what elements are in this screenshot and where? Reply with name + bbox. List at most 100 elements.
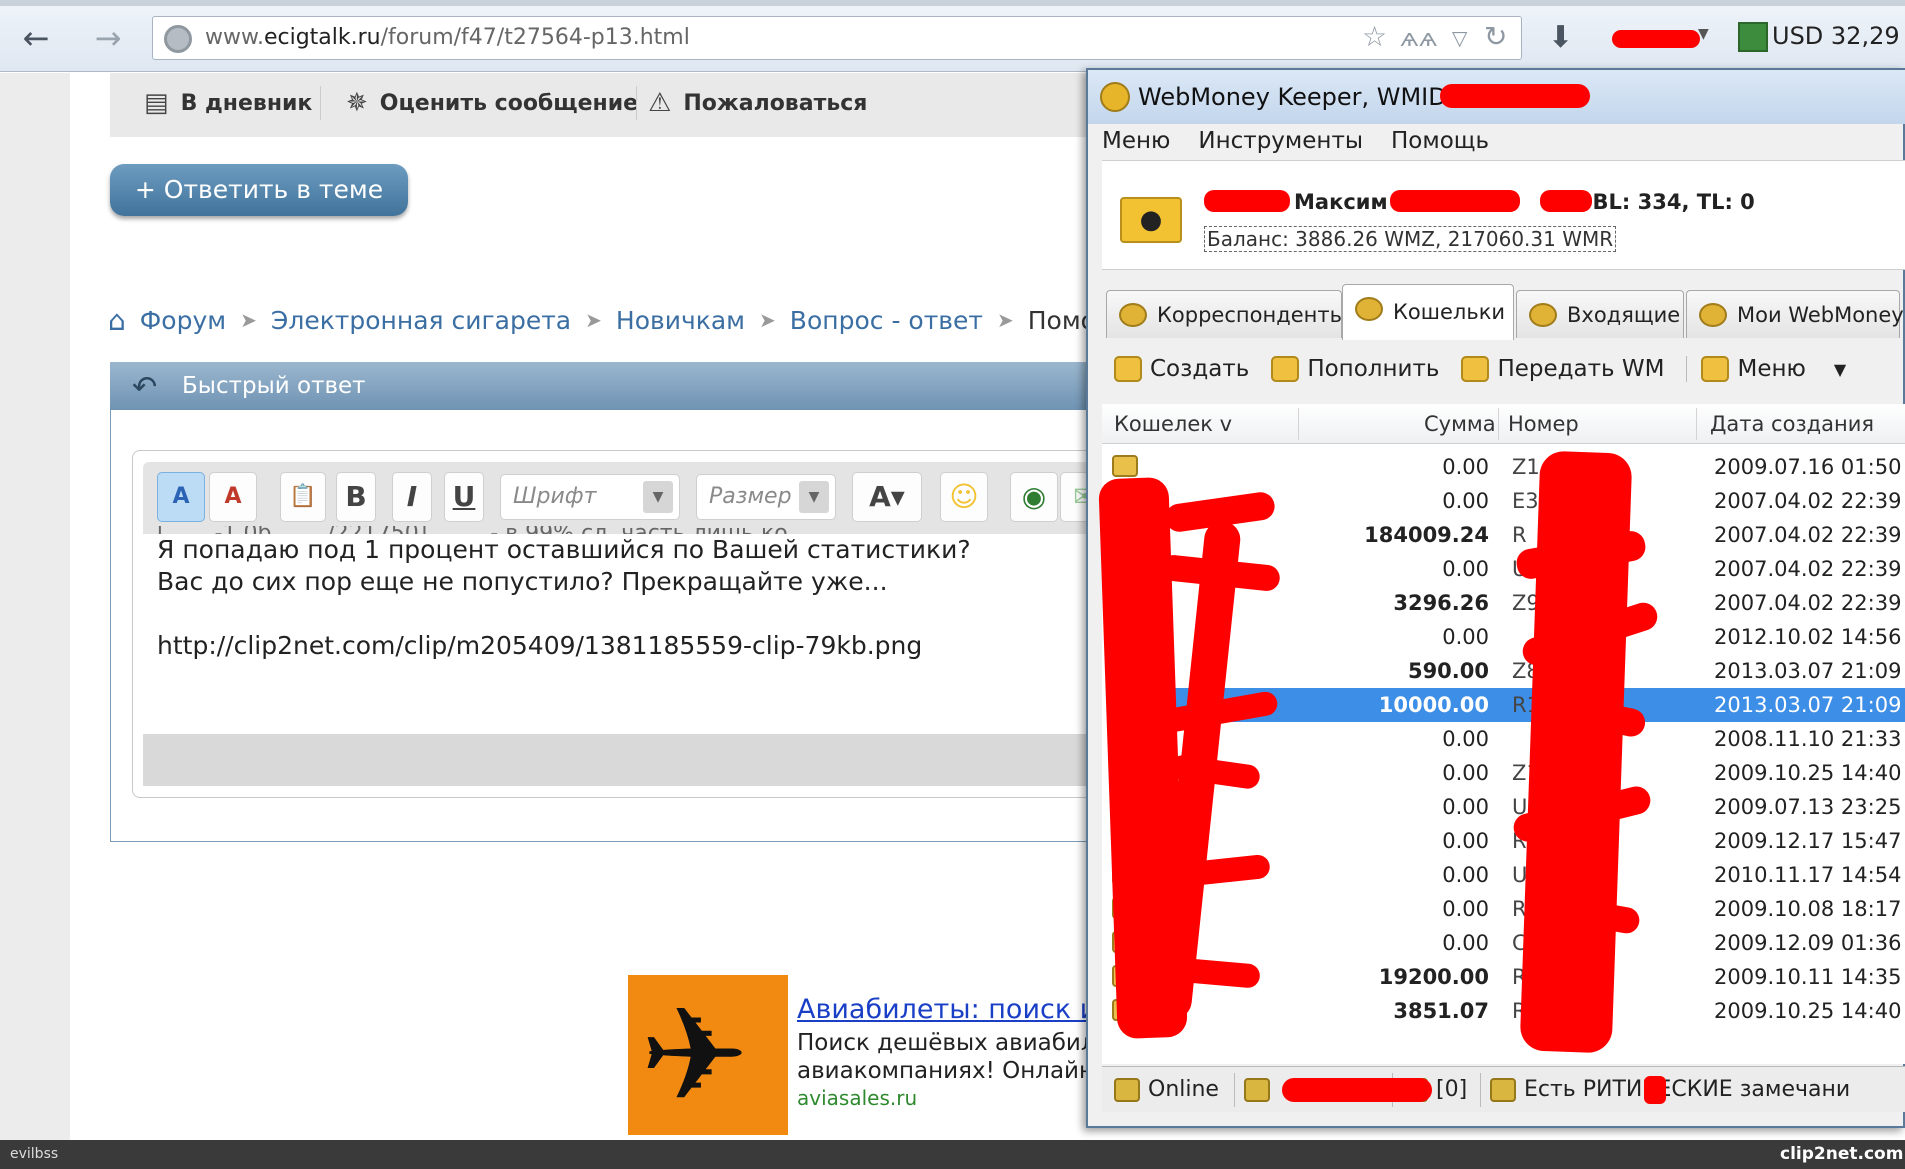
topup-button[interactable]: Пополнить — [1271, 356, 1439, 382]
breadcrumb-ecig[interactable]: Электронная сигарета — [271, 306, 571, 335]
bold-button[interactable]: B — [336, 472, 376, 522]
reply-arrow-icon: ↶ — [132, 370, 158, 405]
report-button[interactable]: ⚠ Пожаловаться — [648, 88, 867, 118]
menu-item-help[interactable]: Помощь — [1391, 128, 1489, 154]
divider — [1696, 408, 1697, 440]
action-label: Пополнить — [1307, 356, 1440, 382]
purse-number: R — [1512, 523, 1527, 547]
dropdown-arrow-icon[interactable]: ▽ — [1452, 26, 1467, 50]
smiley-icon[interactable]: ☺ — [940, 472, 988, 522]
purse-date: 2009.07.13 23:25 — [1714, 795, 1902, 819]
purse-date: 2009.12.09 01:36 — [1714, 931, 1902, 955]
address-bar[interactable]: www.ecigtalk.ru/forum/f47/t27564-p13.htm… — [152, 16, 1522, 60]
reply-in-topic-button[interactable]: + Ответить в теме — [110, 164, 408, 216]
purses-header: Кошелек v Сумма Номер Дата создания — [1102, 404, 1905, 444]
menu-icon — [1701, 356, 1730, 382]
transfer-wm-button[interactable]: Передать WM — [1461, 356, 1664, 382]
ad-title-link[interactable]: Авиабилеты: поиск и — [797, 994, 1097, 1025]
purse-date: 2012.10.02 14:56 — [1714, 625, 1902, 649]
divider — [320, 86, 321, 120]
text-mode-icon[interactable]: A — [157, 472, 205, 522]
diary-button[interactable]: ▤ В дневник — [144, 88, 312, 118]
messages-count: [0] — [1436, 1077, 1468, 1102]
purse-number: Z1 — [1512, 455, 1540, 479]
breadcrumb-newbies[interactable]: Новичкам — [616, 306, 745, 335]
balance-text: Баланс: 3886.26 WMZ, 217060.31 WMR — [1204, 226, 1617, 252]
purse-row[interactable]: 3851.07R42009.10.25 14:40 — [1108, 994, 1905, 1028]
column-date[interactable]: Дата создания — [1710, 404, 1874, 444]
online-status[interactable]: Online — [1114, 1067, 1219, 1113]
purse-row[interactable]: 0.00C272009.12.09 01:36 — [1108, 926, 1905, 960]
profile-redaction[interactable] — [1612, 30, 1700, 48]
reload-icon[interactable]: ↻ — [1484, 20, 1507, 53]
tab-purses[interactable]: Кошельки — [1342, 284, 1514, 340]
breadcrumb-qa[interactable]: Вопрос - ответ — [790, 306, 983, 335]
name-redaction — [1390, 190, 1520, 212]
menu-item-menu[interactable]: Меню — [1102, 128, 1170, 154]
purse-icon — [1112, 455, 1138, 477]
id-card-icon — [1244, 1078, 1270, 1102]
column-purse[interactable]: Кошелек v — [1114, 404, 1232, 444]
purse-sum: 0.00 — [1442, 557, 1489, 581]
purse-sum: 0.00 — [1442, 897, 1489, 921]
chevron-down-icon: ▼ — [799, 481, 829, 513]
purse-sum: 0.00 — [1442, 829, 1489, 853]
user-bl-tl: ), BL: 334, TL: 0 — [1567, 190, 1755, 214]
url-prefix: www. — [205, 25, 264, 50]
purse-sum: 0.00 — [1442, 931, 1489, 955]
underline-button[interactable]: U — [444, 472, 484, 522]
column-number[interactable]: Номер — [1508, 404, 1579, 444]
column-label: Кошелек — [1114, 412, 1213, 436]
purse-row[interactable]: 0.00R262009.12.17 15:47 — [1108, 824, 1905, 858]
column-sum[interactable]: Сумма — [1424, 404, 1496, 444]
status-user: evilbss — [10, 1146, 59, 1162]
font-select[interactable]: Шрифт ▼ — [500, 474, 680, 520]
action-label: Создать — [1150, 356, 1250, 382]
forward-button[interactable]: → — [88, 18, 128, 58]
menu-item-tools[interactable]: Инструменты — [1198, 128, 1363, 154]
purse-sum: 0.00 — [1442, 863, 1489, 887]
reader-icon[interactable]: ѧѧ — [1400, 24, 1438, 52]
rate-button[interactable]: ✵ Оценить сообщение — [346, 88, 638, 118]
divider — [1234, 1073, 1235, 1107]
tab-inbox[interactable]: Входящие — [1516, 290, 1684, 338]
breadcrumb-separator-icon: ➤ — [996, 308, 1014, 332]
purse-row[interactable]: 0.00 Z1 2009.07.16 01:50 — [1108, 450, 1905, 484]
clear-format-icon[interactable]: A — [209, 472, 257, 522]
star-icon[interactable]: ☆ — [1362, 20, 1387, 53]
size-select[interactable]: Размер ▼ — [696, 474, 836, 520]
italic-button[interactable]: I — [392, 472, 432, 522]
purse-row[interactable]: 0.00 2008.11.10 21:33 — [1108, 722, 1905, 756]
divider — [1480, 1073, 1481, 1107]
ad-url[interactable]: aviasales.ru — [797, 1086, 917, 1110]
warnings-status[interactable]: Есть РИТИЧЕСКИЕ замечани — [1490, 1067, 1850, 1113]
paste-icon[interactable]: 📋 — [280, 472, 326, 522]
quick-reply-title[interactable]: Быстрый ответ — [110, 362, 1110, 410]
purse-sum: 184009.24 — [1364, 523, 1489, 547]
tab-my-webmoney[interactable]: Мои WebMoney — [1686, 290, 1904, 338]
home-icon[interactable]: ⌂ — [108, 304, 126, 337]
breadcrumb-forum[interactable]: Форум — [140, 306, 226, 335]
url-domain: ecigtalk.ru — [263, 25, 381, 50]
clip2net-logo: clip2net.com — [1780, 1144, 1904, 1164]
purse-sum: 19200.00 — [1378, 965, 1489, 989]
create-button[interactable]: Создать — [1114, 356, 1249, 382]
transfer-icon — [1461, 356, 1490, 382]
id-status[interactable] — [1244, 1067, 1278, 1113]
purse-row[interactable]: 0.00 U 2009.07.13 23:25 — [1108, 790, 1905, 824]
tab-label: Мои WebMoney — [1737, 303, 1904, 327]
purse-row[interactable]: Д0.00R132009.10.08 18:17 — [1108, 892, 1905, 926]
currency-chart-icon[interactable] — [1738, 22, 1768, 52]
diary-label: В дневник — [180, 90, 313, 116]
purse-menu-button[interactable]: Меню ▼ — [1686, 356, 1846, 382]
inbox-icon — [1529, 303, 1557, 327]
back-button[interactable]: ← — [16, 18, 56, 58]
download-icon[interactable]: ⬇ — [1548, 20, 1573, 55]
reply-textarea[interactable]: Я попадаю под 1 процент оставшийся по Ва… — [143, 534, 1110, 734]
link-globe-icon[interactable]: ◉ — [1010, 472, 1058, 522]
chevron-down-icon[interactable]: ▼ — [1698, 26, 1709, 42]
breadcrumb-separator-icon: ➤ — [240, 308, 257, 332]
tab-correspondents[interactable]: Корреспонденты — [1106, 290, 1346, 338]
purse-sum: 0.00 — [1442, 489, 1489, 513]
text-color-button[interactable]: A▾ — [852, 472, 922, 522]
